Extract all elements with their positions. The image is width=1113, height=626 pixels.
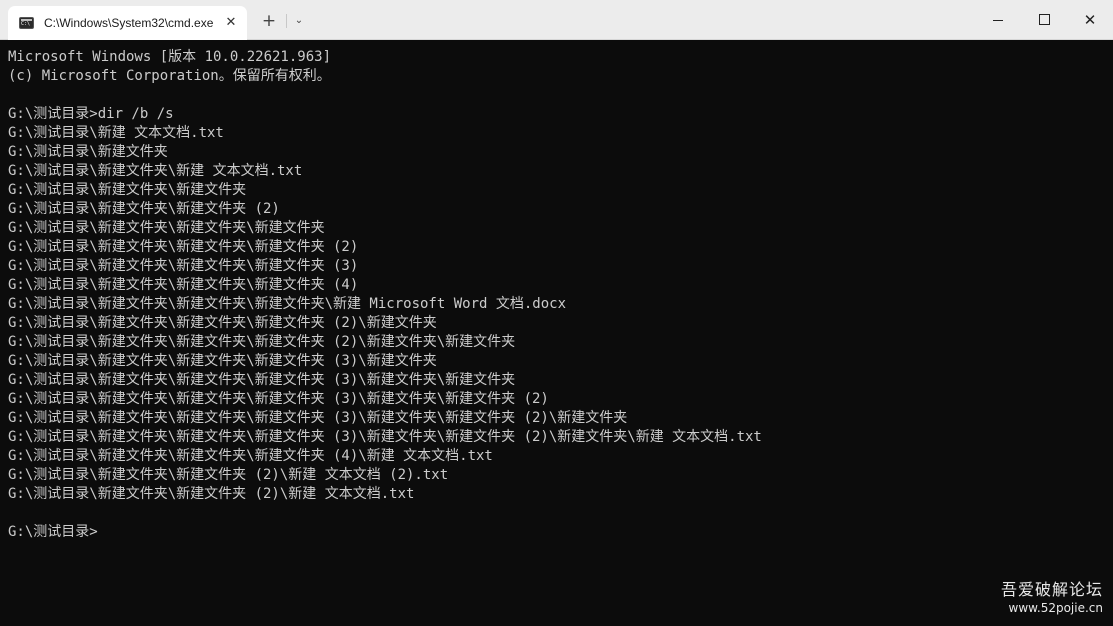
terminal-output[interactable]: Microsoft Windows [版本 10.0.22621.963] (c)…: [8, 48, 1103, 618]
terminal-line: G:\测试目录\新建文件夹\新建文件夹\新建文件夹 (2)\新建文件夹\新建文件…: [8, 334, 516, 350]
terminal-line: G:\测试目录\新建文件夹\新建文件夹\新建文件夹 (3)\新建文件夹: [8, 353, 437, 369]
terminal-line: G:\测试目录\新建文件夹\新建文件夹\新建文件夹 (2): [8, 239, 359, 255]
terminal-line: G:\测试目录>dir /b /s: [8, 106, 174, 122]
terminal-line: G:\测试目录\新建文件夹\新建文件夹\新建文件夹\新建 Microsoft W…: [8, 296, 567, 312]
new-tab-button[interactable]: +: [258, 10, 280, 32]
terminal-line: G:\测试目录\新建文件夹\新建文件夹\新建文件夹: [8, 220, 325, 236]
terminal-line: G:\测试目录\新建 文本文档.txt: [8, 125, 224, 141]
terminal-line: Microsoft Windows [版本 10.0.22621.963]: [8, 49, 332, 65]
close-icon: ✕: [1083, 11, 1097, 29]
watermark: 吾爱破解论坛 www.52pojie.cn: [1001, 580, 1103, 616]
terminal-line: G:\测试目录\新建文件夹\新建文件夹: [8, 182, 247, 198]
cmd-icon: [19, 17, 34, 29]
terminal-line: G:\测试目录\新建文件夹\新建 文本文档.txt: [8, 163, 303, 179]
minimize-icon: [993, 19, 1003, 21]
prompt-text: G:\测试目录>: [8, 524, 98, 540]
terminal-line: G:\测试目录\新建文件夹\新建文件夹\新建文件夹 (3)\新建文件夹\新建文件…: [8, 410, 628, 426]
tab-cmd[interactable]: C:\Windows\System32\cmd.exe ✕: [8, 6, 247, 40]
tab-divider: [286, 14, 287, 28]
chevron-down-icon[interactable]: ⌄: [290, 10, 308, 32]
tab-title: C:\Windows\System32\cmd.exe: [44, 16, 214, 30]
terminal-line: G:\测试目录\新建文件夹\新建文件夹\新建文件夹 (3)\新建文件夹\新建文件…: [8, 372, 516, 388]
minimize-button[interactable]: [975, 0, 1021, 40]
terminal-prompt[interactable]: G:\测试目录>: [8, 523, 1103, 542]
terminal-line: G:\测试目录\新建文件夹\新建文件夹 (2): [8, 201, 280, 217]
terminal-window: C:\Windows\System32\cmd.exe ✕ + ⌄ ✕ Micr…: [0, 0, 1113, 626]
terminal-line: (c) Microsoft Corporation。保留所有权利。: [8, 68, 331, 84]
terminal-line: G:\测试目录\新建文件夹\新建文件夹 (2)\新建 文本文档 (2).txt: [8, 467, 449, 483]
terminal-line: G:\测试目录\新建文件夹: [8, 144, 168, 160]
title-bar[interactable]: C:\Windows\System32\cmd.exe ✕ + ⌄ ✕: [0, 0, 1113, 40]
terminal-line: G:\测试目录\新建文件夹\新建文件夹\新建文件夹 (2)\新建文件夹: [8, 315, 437, 331]
terminal-line: G:\测试目录\新建文件夹\新建文件夹\新建文件夹 (3)\新建文件夹\新建文件…: [8, 429, 762, 445]
watermark-url: www.52pojie.cn: [1008, 601, 1103, 615]
terminal-line: G:\测试目录\新建文件夹\新建文件夹\新建文件夹 (3): [8, 258, 359, 274]
tab-close-icon[interactable]: ✕: [222, 14, 240, 32]
terminal-line: G:\测试目录\新建文件夹\新建文件夹\新建文件夹 (4)\新建 文本文档.tx…: [8, 448, 493, 464]
maximize-button[interactable]: [1021, 0, 1067, 40]
watermark-name: 吾爱破解论坛: [1000, 580, 1103, 599]
close-button[interactable]: ✕: [1067, 0, 1113, 40]
maximize-icon: [1038, 13, 1050, 25]
terminal-line: G:\测试目录\新建文件夹\新建文件夹 (2)\新建 文本文档.txt: [8, 486, 415, 502]
terminal-line: G:\测试目录\新建文件夹\新建文件夹\新建文件夹 (3)\新建文件夹\新建文件…: [8, 391, 549, 407]
terminal-line: G:\测试目录\新建文件夹\新建文件夹\新建文件夹 (4): [8, 277, 359, 293]
